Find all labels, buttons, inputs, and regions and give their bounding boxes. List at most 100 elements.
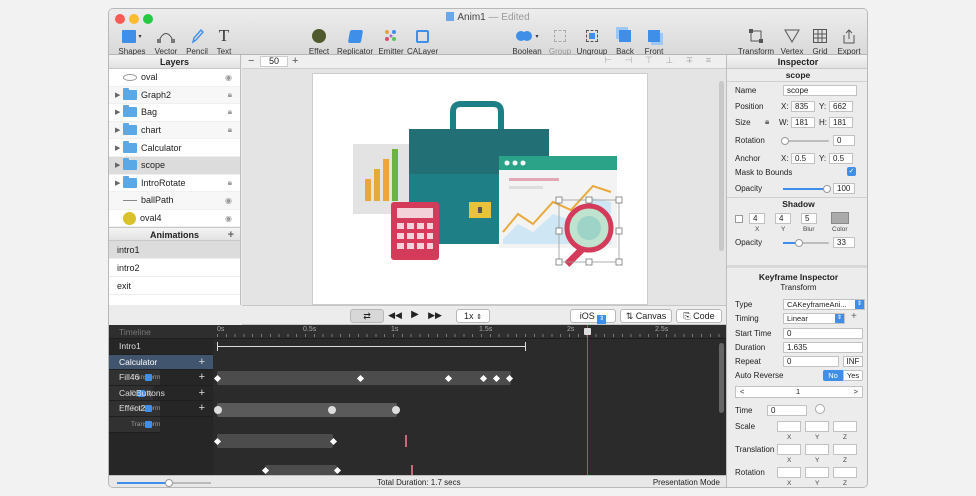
loop-button[interactable]: ⇄ xyxy=(350,309,384,323)
size-height-field[interactable]: 181 xyxy=(829,117,853,128)
translation-x-field[interactable] xyxy=(777,444,801,455)
disclosure-triangle-icon[interactable]: ▶ xyxy=(115,91,123,99)
duration-field[interactable]: 1.635 xyxy=(783,342,863,353)
opacity-slider[interactable] xyxy=(783,185,831,193)
layer-row[interactable]: oval4 ◉ xyxy=(109,210,240,228)
animation-item[interactable]: intro2 xyxy=(109,259,240,278)
business-illustration[interactable] xyxy=(313,74,649,306)
position-x-field[interactable]: 835 xyxy=(791,101,815,112)
platform-select[interactable]: iOS ⇕ xyxy=(570,309,616,324)
layer-row[interactable]: ▶ Graph2 🔒︎ xyxy=(109,86,240,105)
rotation-field[interactable]: 0 xyxy=(833,135,855,146)
translation-z-field[interactable] xyxy=(833,444,857,455)
animation-track[interactable] xyxy=(217,434,333,448)
lock-icon[interactable]: 🔒︎ xyxy=(228,125,232,135)
shadow-color-well[interactable] xyxy=(831,212,849,224)
translation-y-field[interactable] xyxy=(805,444,829,455)
position-y-field[interactable]: 662 xyxy=(829,101,853,112)
toolbar-replicator[interactable]: Replicator xyxy=(335,27,375,56)
panel-divider[interactable] xyxy=(727,265,867,268)
eye-icon[interactable]: ◉ xyxy=(225,196,232,205)
shadow-blur-field[interactable]: 5 xyxy=(801,213,817,224)
zoom-in-button[interactable]: + xyxy=(292,55,298,67)
eye-icon[interactable]: ◉ xyxy=(225,214,232,223)
timeline-row[interactable]: Fill46 + xyxy=(109,370,213,386)
rotation-slider[interactable] xyxy=(781,137,829,145)
timing-add-button[interactable]: + xyxy=(851,311,857,322)
toolbar-pencil[interactable]: Pencil xyxy=(183,27,211,56)
timeline-row[interactable]: Calculator + xyxy=(109,354,213,371)
toolbar-vector[interactable]: Vector xyxy=(151,27,181,56)
toolbar-export[interactable]: Export xyxy=(835,27,863,56)
canvas-toggle-button[interactable]: ⇅ Canvas xyxy=(620,309,672,323)
add-property-button[interactable]: + xyxy=(199,355,205,371)
rotation-x-field[interactable] xyxy=(777,467,801,478)
playhead-handle[interactable] xyxy=(584,328,591,335)
code-toggle-button[interactable]: ⎘ Code xyxy=(676,309,722,323)
toolbar-grid[interactable]: Grid xyxy=(809,27,831,56)
toolbar-ungroup[interactable]: Ungroup xyxy=(575,27,609,56)
scale-y-field[interactable] xyxy=(805,421,829,432)
toolbar-boolean[interactable]: ▾ Boolean xyxy=(511,27,543,56)
rotation-z-field[interactable] xyxy=(833,467,857,478)
add-keyframe-button[interactable] xyxy=(815,404,825,414)
next-keyframe-button[interactable]: > xyxy=(854,387,858,397)
keyframe[interactable] xyxy=(392,406,400,414)
layer-row[interactable]: ▶ Bag 🔒︎ xyxy=(109,104,240,122)
play-button[interactable]: ▶ xyxy=(408,309,422,323)
keyframe-time-field[interactable]: 0 xyxy=(767,405,807,416)
layer-row-selected[interactable]: ▶ scope xyxy=(109,156,240,175)
animation-item[interactable]: exit xyxy=(109,277,240,296)
start-time-field[interactable]: 0 xyxy=(783,328,863,339)
anchor-x-field[interactable]: 0.5 xyxy=(791,153,815,164)
artboard[interactable] xyxy=(312,73,648,305)
anchor-y-field[interactable]: 0.5 xyxy=(829,153,853,164)
auto-reverse-no[interactable]: No xyxy=(823,370,843,381)
disclosure-triangle-icon[interactable]: ▶ xyxy=(115,179,123,187)
timeline-row[interactable]: Transform xyxy=(109,416,161,433)
toolbar-emitter[interactable]: Emitter xyxy=(377,27,405,56)
add-property-button[interactable]: + xyxy=(199,386,205,402)
toolbar-vertex[interactable]: Vertex xyxy=(779,27,805,56)
layer-row[interactable]: ▶ chart 🔒︎ xyxy=(109,121,240,140)
name-field[interactable]: scope xyxy=(783,85,857,96)
canvas-area[interactable]: − 50 + ⊢ ⊣ ⊤ ⊥ ∓ ≡ xyxy=(242,55,726,305)
shadow-y-field[interactable]: 4 xyxy=(775,213,791,224)
repeat-field[interactable]: 0 xyxy=(783,356,839,367)
disclosure-triangle-icon[interactable]: ▶ xyxy=(115,108,123,116)
disclosure-triangle-icon[interactable]: ▶ xyxy=(115,144,123,152)
animation-item[interactable]: intro1 xyxy=(109,241,240,260)
auto-reverse-yes[interactable]: Yes xyxy=(843,370,863,381)
timeline-row[interactable]: Intro1 xyxy=(109,339,213,355)
toolbar-shapes[interactable]: ▾ Shapes xyxy=(117,27,147,56)
timeline-row[interactable]: CalcButtons + xyxy=(109,386,213,402)
add-property-button[interactable]: + xyxy=(199,401,205,417)
toolbar-transform[interactable]: Transform xyxy=(737,27,775,56)
layer-row[interactable]: ▶ Calculator xyxy=(109,139,240,157)
timeline-scrollbar[interactable] xyxy=(719,343,724,413)
rotation-y-field[interactable] xyxy=(805,467,829,478)
timing-select[interactable]: Linear ⇕ xyxy=(783,313,845,324)
shadow-x-field[interactable]: 4 xyxy=(749,213,765,224)
rewind-button[interactable]: ◀◀ xyxy=(388,309,402,323)
keyframe[interactable] xyxy=(214,406,222,414)
toolbar-group[interactable]: Group xyxy=(547,27,573,56)
lock-icon[interactable]: 🔒︎ xyxy=(228,90,232,100)
fast-forward-button[interactable]: ▶▶ xyxy=(428,309,442,323)
zoom-out-button[interactable]: − xyxy=(248,55,254,67)
speed-select[interactable]: 1x ⇕ xyxy=(456,309,490,323)
scale-x-field[interactable] xyxy=(777,421,801,432)
timeline-ruler[interactable]: 0s 0.5s 1s 1.5s 2s 2.5s xyxy=(213,325,726,339)
eye-icon[interactable]: ◉ xyxy=(225,73,232,82)
layer-row[interactable]: oval ◉ xyxy=(109,69,240,87)
shadow-opacity-field[interactable]: 33 xyxy=(833,237,855,248)
toolbar-front[interactable]: Front xyxy=(641,27,667,56)
opacity-field[interactable]: 100 xyxy=(833,183,855,194)
layer-row[interactable]: ▶ IntroRotate 🔒︎ xyxy=(109,175,240,193)
group-span-bar[interactable] xyxy=(217,346,525,347)
disclosure-triangle-icon[interactable]: ▶ xyxy=(115,126,123,134)
toolbar-text[interactable]: T Text xyxy=(213,26,235,56)
zoom-field[interactable]: 50 xyxy=(260,56,288,67)
toolbar-calayer[interactable]: CALayer xyxy=(407,27,438,56)
disclosure-triangle-icon[interactable]: ▶ xyxy=(115,161,123,169)
